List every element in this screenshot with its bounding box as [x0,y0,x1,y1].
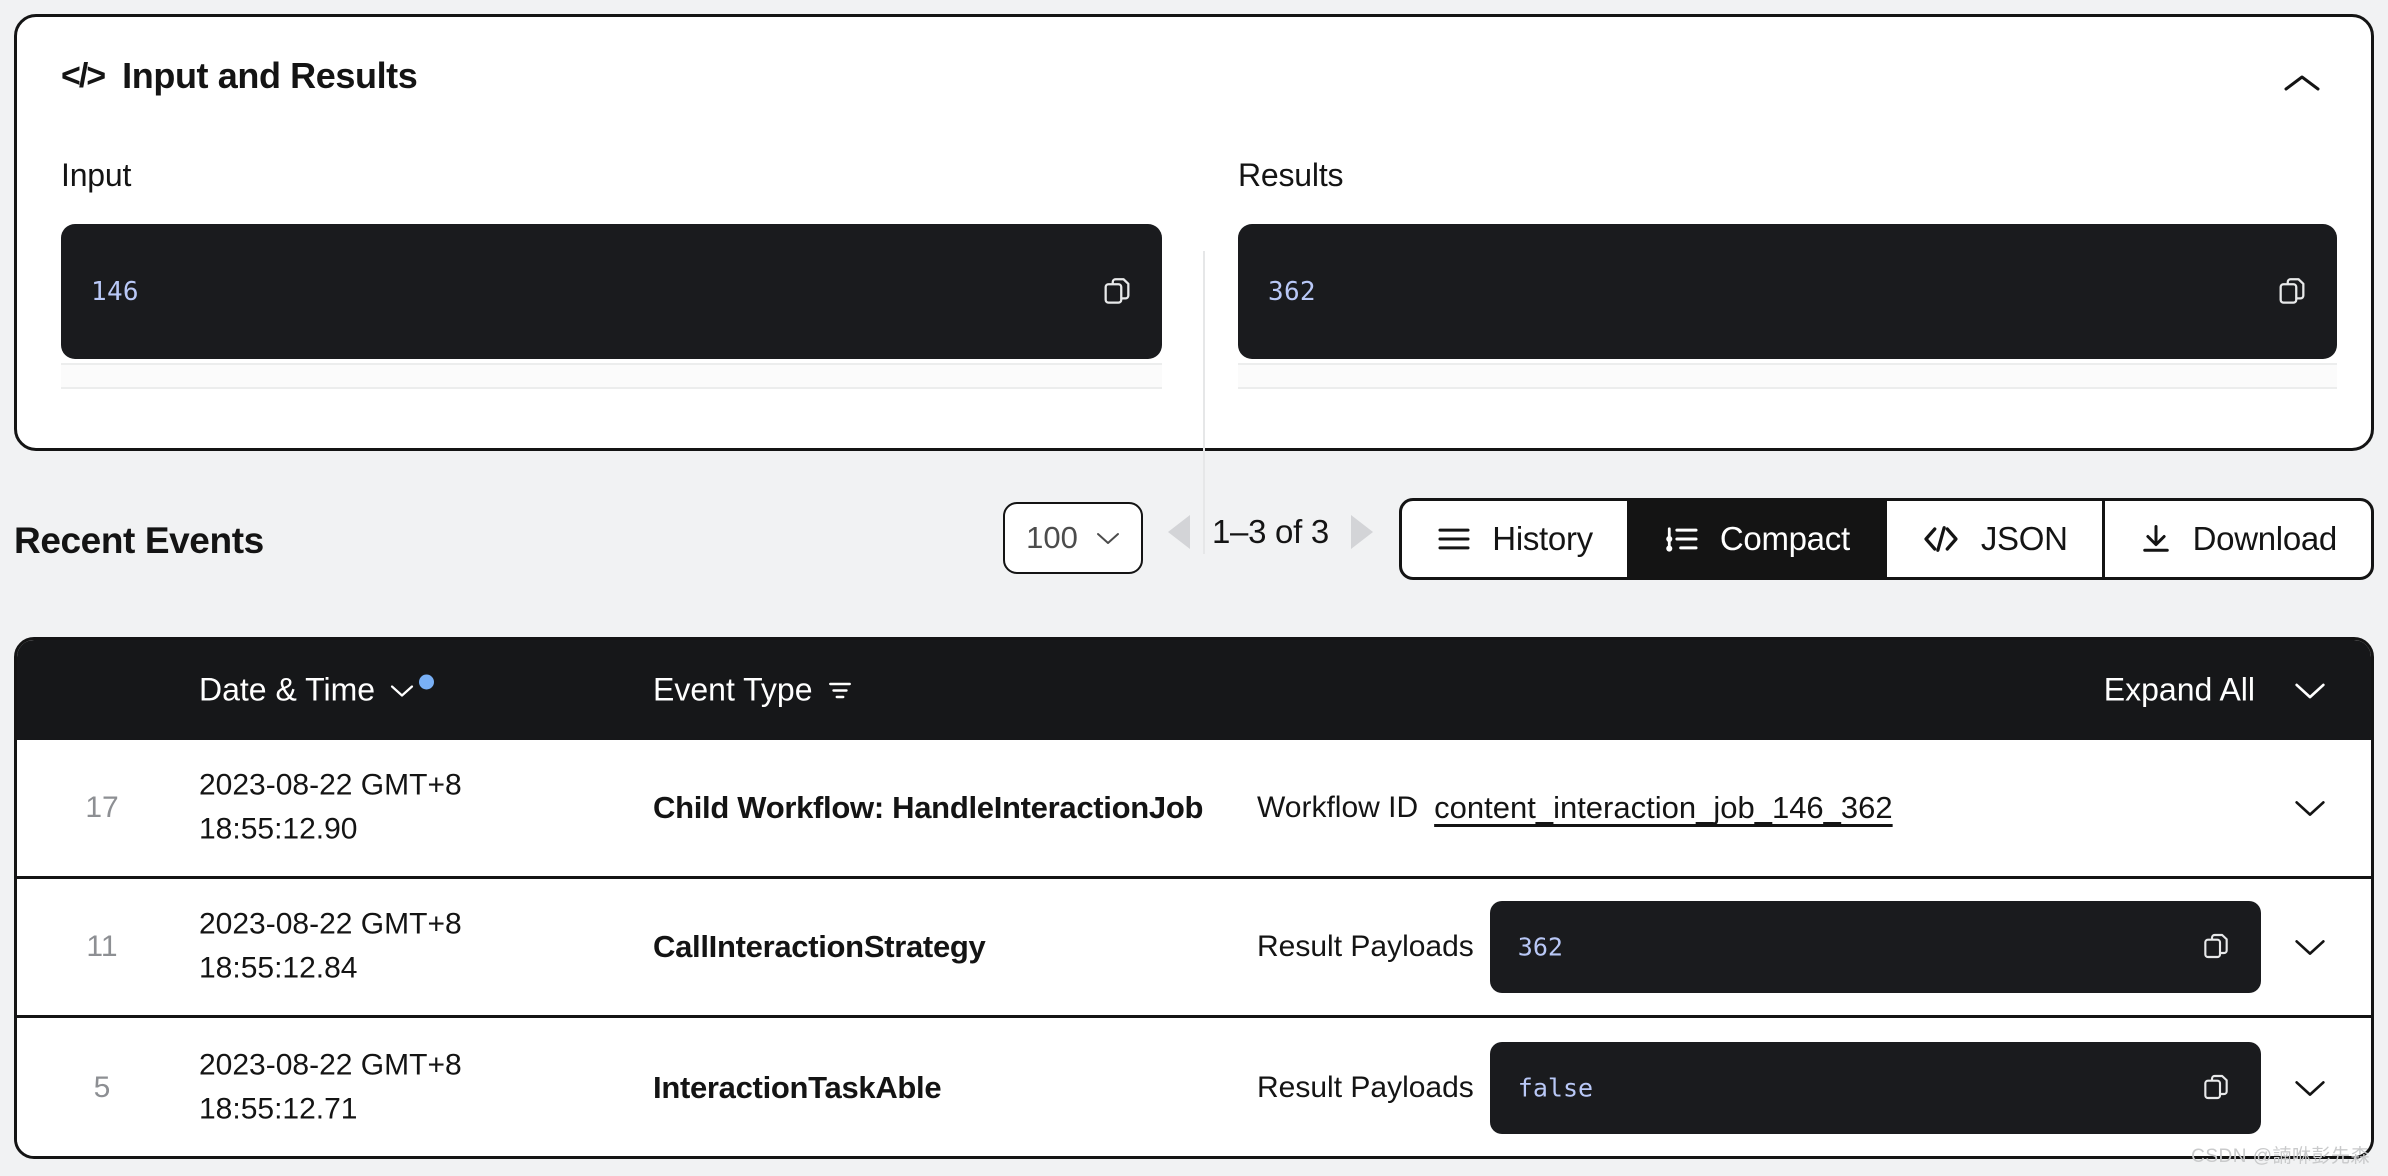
chevron-down-icon [2295,683,2325,698]
filter-icon [828,682,851,698]
results-label: Results [1238,157,1344,193]
events-table: Date & Time Event Type Expand All 17 202… [14,637,2374,1159]
expand-all-label: Expand All [2103,671,2255,708]
table-row[interactable]: 11 2023-08-22 GMT+8 18:55:12.84 CallInte… [17,879,2371,1018]
column-header-event-type[interactable]: Event Type [653,672,853,709]
input-value: 146 [91,276,139,307]
input-label: Input [61,157,132,193]
expand-row-button[interactable] [2293,1078,2327,1098]
view-button-label: Download [2192,520,2338,557]
chevron-down-icon [390,684,414,697]
expand-all-button[interactable]: Expand All [2104,672,2327,709]
input-scroll-track[interactable] [61,363,1162,389]
chevron-up-icon [2284,75,2320,91]
view-button-compact[interactable]: Compact [1629,501,1887,577]
list-lines-icon [1436,525,1472,553]
table-row[interactable]: 5 2023-08-22 GMT+8 18:55:12.71 Interacti… [17,1018,2371,1156]
tree-list-icon [1664,525,1700,553]
prev-page-button[interactable] [1168,515,1190,549]
view-button-label: Compact [1719,520,1850,557]
result-payload-value: false [1517,1073,1594,1102]
code-brackets-icon: </> [61,57,106,95]
pagination-label: 1–3 of 3 [1212,513,1329,550]
input-and-results-card: </> Input and Results Input 146 Results … [14,14,2374,554]
event-id: 11 [86,930,118,963]
collapse-card-button[interactable] [2275,57,2329,111]
expand-row-button[interactable] [2293,798,2327,818]
sort-active-dot [419,674,435,690]
io-card-header: </> Input and Results [17,17,2371,135]
copy-icon [1104,277,1130,304]
pagination: 1–3 of 3 [1168,513,1373,551]
event-date-time: 2023-08-22 GMT+8 18:55:12.71 [199,1048,462,1126]
copy-results-button[interactable] [2273,273,2311,311]
event-id: 5 [93,1070,111,1104]
result-payload-code-box: false [1489,1041,2261,1134]
column-header-date-time[interactable]: Date & Time [199,671,435,709]
chevron-down-icon [2295,1080,2325,1096]
download-arrow-icon [2139,524,2173,554]
results-code-box: 362 [1238,224,2337,359]
watermark: CSDN @諵咻彭先森 [2191,1146,2370,1167]
io-card-title-group: </> Input and Results [61,55,418,97]
view-button-history[interactable]: History [1402,501,1630,577]
workflow-id-link[interactable]: content_interaction_job_146_362 [1434,790,1893,826]
event-detail: Result Payloads false [1257,1041,2261,1134]
view-button-json[interactable]: JSON [1887,501,2105,577]
event-type: InteractionTaskAble [653,1069,942,1105]
events-table-header: Date & Time Event Type Expand All [17,640,2371,740]
event-id: 17 [85,791,119,824]
expand-row-button[interactable] [2293,937,2327,957]
view-mode-button-group: History Compact JSON Download [1399,498,2374,580]
event-detail: Result Payloads 362 [1257,901,2261,993]
view-button-download[interactable]: Download [2105,501,2371,577]
input-pane: Input 146 [17,129,1194,448]
column-header-label: Event Type [653,671,813,708]
recent-events-toolbar: Recent Events 100 1–3 of 3 History Compa… [0,487,2388,612]
table-row[interactable]: 17 2023-08-22 GMT+8 18:55:12.90 Child Wo… [17,740,2371,879]
next-page-button[interactable] [1350,515,1373,549]
copy-payload-button[interactable] [2197,1069,2235,1107]
copy-icon [2204,933,2228,959]
recent-events-title: Recent Events [14,520,264,561]
event-date-time: 2023-08-22 GMT+8 18:55:12.84 [199,907,462,985]
detail-label: Workflow ID [1257,791,1419,824]
copy-icon [2279,277,2305,304]
page-title: Input and Results [122,55,418,96]
view-button-label: JSON [1980,520,2068,557]
results-pane: Results 362 [1194,129,2371,448]
io-card-body: Input 146 Results 362 [17,129,2371,554]
event-type: Child Workflow: HandleInteractionJob [653,790,1204,825]
result-payload-value: 362 [1517,932,1563,962]
code-brackets-icon [1921,525,1961,553]
chevron-down-icon [1096,532,1119,544]
chevron-down-icon [2295,801,2325,816]
detail-label: Result Payloads [1257,1070,1474,1104]
input-code-box: 146 [61,224,1162,359]
view-button-label: History [1492,520,1593,557]
result-payload-code-box: 362 [1489,901,2261,993]
copy-icon [2204,1074,2228,1099]
results-scroll-track[interactable] [1238,363,2337,389]
page-size-value: 100 [1026,520,1078,555]
page-size-select[interactable]: 100 [1003,502,1143,574]
copy-payload-button[interactable] [2197,928,2235,966]
event-type: CallInteractionStrategy [653,929,986,964]
event-detail: Workflow ID content_interaction_job_146_… [1257,790,2261,826]
copy-input-button[interactable] [1098,273,1136,311]
detail-label: Result Payloads [1257,930,1474,963]
event-date-time: 2023-08-22 GMT+8 18:55:12.90 [199,768,462,846]
column-header-label: Date & Time [199,671,376,708]
chevron-down-icon [2295,940,2325,955]
results-value: 362 [1268,276,1316,307]
